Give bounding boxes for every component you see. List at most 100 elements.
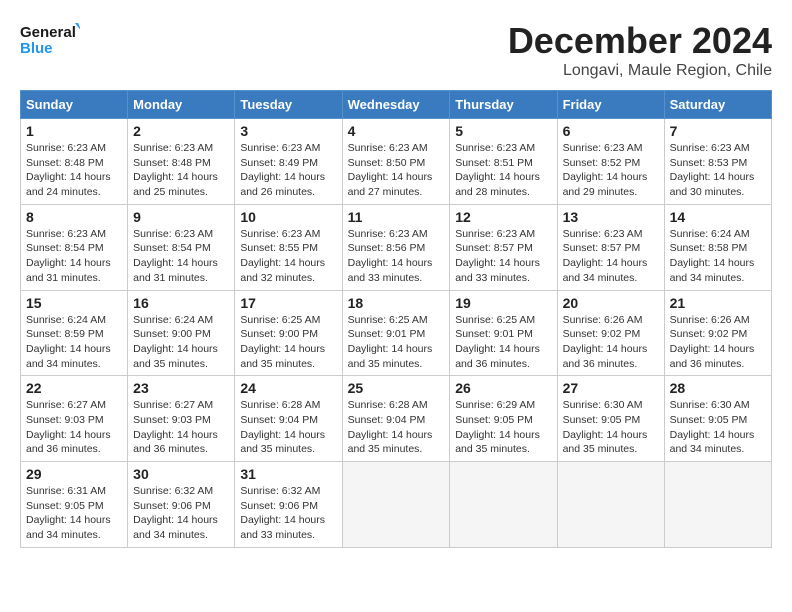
calendar-cell: 15 Sunrise: 6:24 AMSunset: 8:59 PMDaylig… bbox=[21, 290, 128, 376]
day-info: Sunrise: 6:23 AMSunset: 8:56 PMDaylight:… bbox=[348, 227, 445, 286]
day-number: 30 bbox=[133, 466, 229, 482]
calendar-cell: 6 Sunrise: 6:23 AMSunset: 8:52 PMDayligh… bbox=[557, 119, 664, 205]
day-info: Sunrise: 6:27 AMSunset: 9:03 PMDaylight:… bbox=[26, 398, 122, 457]
day-info: Sunrise: 6:23 AMSunset: 8:54 PMDaylight:… bbox=[133, 227, 229, 286]
calendar-cell: 24 Sunrise: 6:28 AMSunset: 9:04 PMDaylig… bbox=[235, 376, 342, 462]
calendar-cell bbox=[664, 462, 771, 548]
day-number: 10 bbox=[240, 209, 336, 225]
day-info: Sunrise: 6:25 AMSunset: 9:00 PMDaylight:… bbox=[240, 313, 336, 372]
calendar-cell: 16 Sunrise: 6:24 AMSunset: 9:00 PMDaylig… bbox=[128, 290, 235, 376]
day-info: Sunrise: 6:31 AMSunset: 9:05 PMDaylight:… bbox=[26, 484, 122, 543]
calendar-cell: 10 Sunrise: 6:23 AMSunset: 8:55 PMDaylig… bbox=[235, 204, 342, 290]
day-number: 16 bbox=[133, 295, 229, 311]
calendar-day-header: Thursday bbox=[450, 91, 557, 119]
day-info: Sunrise: 6:24 AMSunset: 8:58 PMDaylight:… bbox=[670, 227, 766, 286]
day-number: 6 bbox=[563, 123, 659, 139]
calendar-cell: 23 Sunrise: 6:27 AMSunset: 9:03 PMDaylig… bbox=[128, 376, 235, 462]
calendar-day-header: Friday bbox=[557, 91, 664, 119]
day-number: 9 bbox=[133, 209, 229, 225]
calendar-cell: 9 Sunrise: 6:23 AMSunset: 8:54 PMDayligh… bbox=[128, 204, 235, 290]
calendar-day-header: Tuesday bbox=[235, 91, 342, 119]
calendar-day-header: Monday bbox=[128, 91, 235, 119]
day-number: 22 bbox=[26, 380, 122, 396]
day-info: Sunrise: 6:24 AMSunset: 9:00 PMDaylight:… bbox=[133, 313, 229, 372]
day-info: Sunrise: 6:25 AMSunset: 9:01 PMDaylight:… bbox=[348, 313, 445, 372]
calendar-cell: 29 Sunrise: 6:31 AMSunset: 9:05 PMDaylig… bbox=[21, 462, 128, 548]
calendar-cell: 31 Sunrise: 6:32 AMSunset: 9:06 PMDaylig… bbox=[235, 462, 342, 548]
calendar-day-header: Sunday bbox=[21, 91, 128, 119]
month-year: December 2024 bbox=[508, 20, 772, 62]
day-number: 31 bbox=[240, 466, 336, 482]
day-number: 23 bbox=[133, 380, 229, 396]
calendar-cell: 1 Sunrise: 6:23 AMSunset: 8:48 PMDayligh… bbox=[21, 119, 128, 205]
calendar-cell: 8 Sunrise: 6:23 AMSunset: 8:54 PMDayligh… bbox=[21, 204, 128, 290]
logo-svg: General Blue bbox=[20, 20, 80, 60]
day-number: 28 bbox=[670, 380, 766, 396]
day-number: 29 bbox=[26, 466, 122, 482]
calendar-cell: 13 Sunrise: 6:23 AMSunset: 8:57 PMDaylig… bbox=[557, 204, 664, 290]
calendar-cell: 20 Sunrise: 6:26 AMSunset: 9:02 PMDaylig… bbox=[557, 290, 664, 376]
day-number: 25 bbox=[348, 380, 445, 396]
calendar-cell bbox=[450, 462, 557, 548]
calendar-cell: 14 Sunrise: 6:24 AMSunset: 8:58 PMDaylig… bbox=[664, 204, 771, 290]
day-info: Sunrise: 6:23 AMSunset: 8:54 PMDaylight:… bbox=[26, 227, 122, 286]
day-number: 14 bbox=[670, 209, 766, 225]
day-info: Sunrise: 6:32 AMSunset: 9:06 PMDaylight:… bbox=[240, 484, 336, 543]
page-header: General Blue December 2024 Longavi, Maul… bbox=[20, 20, 772, 80]
calendar-cell: 12 Sunrise: 6:23 AMSunset: 8:57 PMDaylig… bbox=[450, 204, 557, 290]
calendar-cell: 19 Sunrise: 6:25 AMSunset: 9:01 PMDaylig… bbox=[450, 290, 557, 376]
location: Longavi, Maule Region, Chile bbox=[508, 62, 772, 80]
day-info: Sunrise: 6:23 AMSunset: 8:57 PMDaylight:… bbox=[563, 227, 659, 286]
day-number: 5 bbox=[455, 123, 551, 139]
day-info: Sunrise: 6:23 AMSunset: 8:51 PMDaylight:… bbox=[455, 141, 551, 200]
day-info: Sunrise: 6:28 AMSunset: 9:04 PMDaylight:… bbox=[348, 398, 445, 457]
day-info: Sunrise: 6:28 AMSunset: 9:04 PMDaylight:… bbox=[240, 398, 336, 457]
logo: General Blue bbox=[20, 20, 80, 60]
day-number: 26 bbox=[455, 380, 551, 396]
svg-text:General: General bbox=[20, 24, 76, 41]
day-number: 11 bbox=[348, 209, 445, 225]
day-number: 4 bbox=[348, 123, 445, 139]
day-info: Sunrise: 6:26 AMSunset: 9:02 PMDaylight:… bbox=[563, 313, 659, 372]
svg-text:Blue: Blue bbox=[20, 40, 53, 57]
day-number: 2 bbox=[133, 123, 229, 139]
calendar-cell: 18 Sunrise: 6:25 AMSunset: 9:01 PMDaylig… bbox=[342, 290, 450, 376]
day-number: 13 bbox=[563, 209, 659, 225]
calendar-cell: 22 Sunrise: 6:27 AMSunset: 9:03 PMDaylig… bbox=[21, 376, 128, 462]
day-info: Sunrise: 6:23 AMSunset: 8:52 PMDaylight:… bbox=[563, 141, 659, 200]
day-number: 18 bbox=[348, 295, 445, 311]
calendar-cell bbox=[557, 462, 664, 548]
day-info: Sunrise: 6:30 AMSunset: 9:05 PMDaylight:… bbox=[670, 398, 766, 457]
calendar-cell: 5 Sunrise: 6:23 AMSunset: 8:51 PMDayligh… bbox=[450, 119, 557, 205]
day-info: Sunrise: 6:30 AMSunset: 9:05 PMDaylight:… bbox=[563, 398, 659, 457]
day-info: Sunrise: 6:23 AMSunset: 8:50 PMDaylight:… bbox=[348, 141, 445, 200]
calendar-cell: 4 Sunrise: 6:23 AMSunset: 8:50 PMDayligh… bbox=[342, 119, 450, 205]
calendar-cell: 28 Sunrise: 6:30 AMSunset: 9:05 PMDaylig… bbox=[664, 376, 771, 462]
calendar-cell: 7 Sunrise: 6:23 AMSunset: 8:53 PMDayligh… bbox=[664, 119, 771, 205]
day-info: Sunrise: 6:29 AMSunset: 9:05 PMDaylight:… bbox=[455, 398, 551, 457]
calendar-cell: 17 Sunrise: 6:25 AMSunset: 9:00 PMDaylig… bbox=[235, 290, 342, 376]
day-number: 27 bbox=[563, 380, 659, 396]
day-number: 3 bbox=[240, 123, 336, 139]
calendar-cell: 21 Sunrise: 6:26 AMSunset: 9:02 PMDaylig… bbox=[664, 290, 771, 376]
calendar-cell: 30 Sunrise: 6:32 AMSunset: 9:06 PMDaylig… bbox=[128, 462, 235, 548]
day-info: Sunrise: 6:32 AMSunset: 9:06 PMDaylight:… bbox=[133, 484, 229, 543]
day-info: Sunrise: 6:24 AMSunset: 8:59 PMDaylight:… bbox=[26, 313, 122, 372]
calendar-cell bbox=[342, 462, 450, 548]
calendar-cell: 27 Sunrise: 6:30 AMSunset: 9:05 PMDaylig… bbox=[557, 376, 664, 462]
calendar-cell: 11 Sunrise: 6:23 AMSunset: 8:56 PMDaylig… bbox=[342, 204, 450, 290]
calendar-cell: 26 Sunrise: 6:29 AMSunset: 9:05 PMDaylig… bbox=[450, 376, 557, 462]
day-number: 21 bbox=[670, 295, 766, 311]
day-info: Sunrise: 6:23 AMSunset: 8:49 PMDaylight:… bbox=[240, 141, 336, 200]
day-number: 15 bbox=[26, 295, 122, 311]
calendar-cell: 25 Sunrise: 6:28 AMSunset: 9:04 PMDaylig… bbox=[342, 376, 450, 462]
day-number: 17 bbox=[240, 295, 336, 311]
day-number: 24 bbox=[240, 380, 336, 396]
calendar-container: SundayMondayTuesdayWednesdayThursdayFrid… bbox=[20, 90, 772, 548]
calendar-cell: 3 Sunrise: 6:23 AMSunset: 8:49 PMDayligh… bbox=[235, 119, 342, 205]
day-number: 12 bbox=[455, 209, 551, 225]
day-number: 1 bbox=[26, 123, 122, 139]
day-info: Sunrise: 6:23 AMSunset: 8:53 PMDaylight:… bbox=[670, 141, 766, 200]
day-number: 7 bbox=[670, 123, 766, 139]
day-number: 8 bbox=[26, 209, 122, 225]
